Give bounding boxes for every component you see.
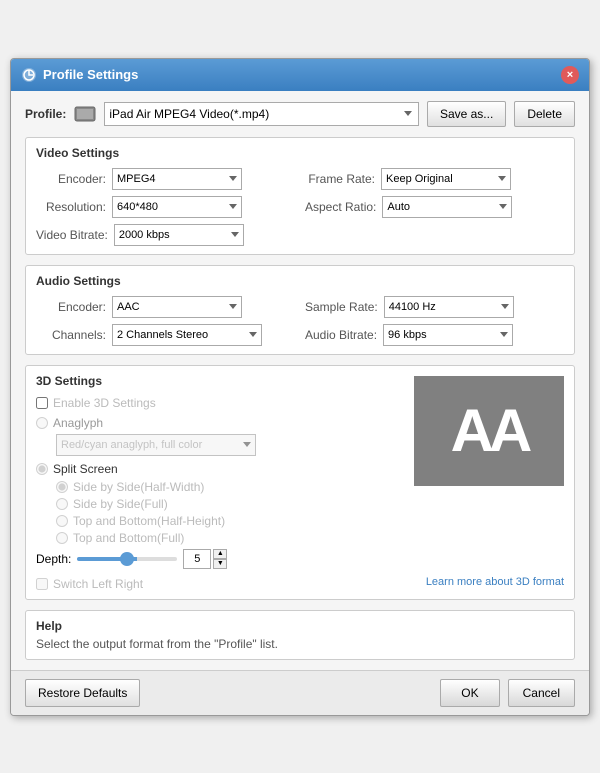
- side-by-side-half-row: Side by Side(Half-Width): [56, 480, 404, 494]
- switch-lr-row: Switch Left Right: [36, 577, 143, 591]
- help-title: Help: [36, 619, 564, 633]
- profile-row: Profile: iPad Air MPEG4 Video(*.mp4) Sav…: [25, 101, 575, 127]
- top-bottom-full-row: Top and Bottom(Full): [56, 531, 564, 545]
- ok-button[interactable]: OK: [440, 679, 499, 707]
- top-bottom-half-label: Top and Bottom(Half-Height): [73, 514, 225, 528]
- encoder-select[interactable]: MPEG4: [112, 168, 242, 190]
- channels-select[interactable]: 2 Channels Stereo: [112, 324, 262, 346]
- depth-label: Depth:: [36, 552, 71, 566]
- depth-number: 5: [183, 549, 211, 569]
- save-as-button[interactable]: Save as...: [427, 101, 506, 127]
- audio-settings-grid: Encoder: AAC Sample Rate: 44100 Hz Chann…: [36, 296, 564, 346]
- frame-rate-row: Frame Rate: Keep Original: [305, 168, 564, 190]
- audio-encoder-select[interactable]: AAC: [112, 296, 242, 318]
- dialog-window: Profile Settings × Profile: iPad Air MPE…: [10, 58, 590, 716]
- delete-button[interactable]: Delete: [514, 101, 575, 127]
- cancel-button[interactable]: Cancel: [508, 679, 575, 707]
- side-by-side-half-label: Side by Side(Half-Width): [73, 480, 204, 494]
- top-bottom-half-radio[interactable]: [56, 515, 68, 527]
- anaglyph-radio-row: Anaglyph: [36, 416, 404, 430]
- split-screen-radio[interactable]: [36, 463, 48, 475]
- close-button[interactable]: ×: [561, 66, 579, 84]
- sample-rate-row: Sample Rate: 44100 Hz: [305, 296, 564, 318]
- video-settings-grid: Encoder: MPEG4 Frame Rate: Keep Original…: [36, 168, 564, 218]
- sample-rate-select[interactable]: 44100 Hz: [384, 296, 514, 318]
- audio-settings-title: Audio Settings: [36, 274, 564, 288]
- preview-text: AA: [451, 396, 528, 465]
- top-bottom-half-row: Top and Bottom(Half-Height): [56, 514, 564, 528]
- help-text: Select the output format from the "Profi…: [36, 637, 564, 651]
- audio-bitrate-label: Audio Bitrate:: [305, 328, 377, 342]
- audio-settings-section: Audio Settings Encoder: AAC Sample Rate:…: [25, 265, 575, 355]
- switch-lr-label: Switch Left Right: [53, 577, 143, 591]
- video-settings-title: Video Settings: [36, 146, 564, 160]
- sample-rate-label: Sample Rate:: [305, 300, 378, 314]
- preview-box: AA: [414, 376, 564, 486]
- top-bottom-full-radio[interactable]: [56, 532, 68, 544]
- restore-defaults-button[interactable]: Restore Defaults: [25, 679, 140, 707]
- dialog-footer: Restore Defaults OK Cancel: [11, 670, 589, 715]
- side-by-side-half-radio[interactable]: [56, 481, 68, 493]
- depth-down-button[interactable]: ▼: [213, 559, 227, 569]
- encoder-label: Encoder:: [36, 172, 106, 186]
- aspect-ratio-label: Aspect Ratio:: [305, 200, 376, 214]
- side-by-side-full-row: Side by Side(Full): [56, 497, 564, 511]
- video-settings-section: Video Settings Encoder: MPEG4 Frame Rate…: [25, 137, 575, 255]
- resolution-label: Resolution:: [36, 200, 106, 214]
- aspect-ratio-row: Aspect Ratio: Auto: [305, 196, 564, 218]
- enable-3d-label[interactable]: Enable 3D Settings: [53, 396, 156, 410]
- depth-row: Depth: 5 ▲ ▼: [36, 549, 564, 569]
- settings-3d-section: 3D Settings AA Enable 3D Settings Anagly…: [25, 365, 575, 600]
- title-bar: Profile Settings ×: [11, 59, 589, 91]
- app-icon: [21, 67, 37, 83]
- enable-3d-checkbox[interactable]: [36, 397, 48, 409]
- dialog-body: Profile: iPad Air MPEG4 Video(*.mp4) Sav…: [11, 91, 589, 670]
- split-screen-label: Split Screen: [53, 462, 118, 476]
- split-screen-radio-row: Split Screen: [36, 462, 404, 476]
- aspect-ratio-select[interactable]: Auto: [382, 196, 512, 218]
- video-bitrate-select[interactable]: 2000 kbps: [114, 224, 244, 246]
- depth-up-button[interactable]: ▲: [213, 549, 227, 559]
- resolution-select[interactable]: 640*480: [112, 196, 242, 218]
- learn-more-link[interactable]: Learn more about 3D format: [426, 576, 564, 588]
- video-bitrate-row: Video Bitrate: 2000 kbps: [36, 224, 564, 246]
- audio-bitrate-row: Audio Bitrate: 96 kbps: [305, 324, 564, 346]
- profile-device-icon: [74, 106, 96, 122]
- channels-row: Channels: 2 Channels Stereo: [36, 324, 295, 346]
- footer-right-buttons: OK Cancel: [440, 679, 575, 707]
- profile-select[interactable]: iPad Air MPEG4 Video(*.mp4): [104, 102, 419, 126]
- anaglyph-radio[interactable]: [36, 417, 48, 429]
- enable-3d-row: Enable 3D Settings: [36, 396, 404, 410]
- resolution-row: Resolution: 640*480: [36, 196, 295, 218]
- side-by-side-full-radio[interactable]: [56, 498, 68, 510]
- side-by-side-full-label: Side by Side(Full): [73, 497, 168, 511]
- depth-value-container: 5 ▲ ▼: [183, 549, 227, 569]
- frame-rate-select[interactable]: Keep Original: [381, 168, 511, 190]
- audio-bitrate-select[interactable]: 96 kbps: [383, 324, 513, 346]
- audio-encoder-label: Encoder:: [36, 300, 106, 314]
- switch-lr-container: Switch Left Right Learn more about 3D fo…: [36, 573, 564, 591]
- anaglyph-label: Anaglyph: [53, 416, 103, 430]
- audio-encoder-row: Encoder: AAC: [36, 296, 295, 318]
- window-title: Profile Settings: [43, 67, 138, 82]
- anaglyph-option-select[interactable]: Red/cyan anaglyph, full color: [56, 434, 256, 456]
- switch-lr-checkbox[interactable]: [36, 578, 48, 590]
- frame-rate-label: Frame Rate:: [305, 172, 375, 186]
- depth-spinner: ▲ ▼: [213, 549, 227, 569]
- video-bitrate-label: Video Bitrate:: [36, 228, 108, 242]
- title-bar-left: Profile Settings: [21, 67, 138, 83]
- profile-label: Profile:: [25, 107, 66, 121]
- help-section: Help Select the output format from the "…: [25, 610, 575, 660]
- encoder-row: Encoder: MPEG4: [36, 168, 295, 190]
- top-bottom-full-label: Top and Bottom(Full): [73, 531, 184, 545]
- channels-label: Channels:: [36, 328, 106, 342]
- depth-slider[interactable]: [77, 557, 177, 561]
